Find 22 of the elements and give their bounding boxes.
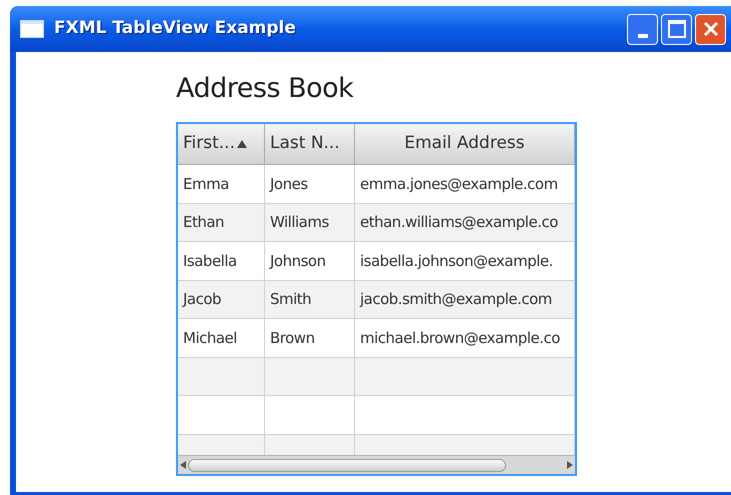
table-row[interactable]: Michael Brown michael.brown@example.co [178, 319, 575, 358]
column-header[interactable]: Email Address [355, 124, 575, 165]
table-row[interactable]: Ethan Williams ethan.williams@example.co [178, 204, 575, 242]
horizontal-scrollbar[interactable] [178, 455, 575, 474]
minimize-button[interactable] [627, 14, 658, 44]
close-button[interactable] [695, 14, 726, 44]
close-icon [702, 21, 718, 37]
maximize-button[interactable] [661, 14, 692, 44]
minimize-icon [638, 34, 648, 38]
table-row[interactable]: Jacob Smith jacob.smith@example.com [178, 280, 575, 319]
column-header[interactable]: First... [178, 124, 265, 165]
sort-ascending-icon [237, 140, 247, 148]
table-row[interactable]: Isabella Johnson isabella.johnson@example. [178, 242, 575, 280]
column-header[interactable]: Last N... [265, 124, 355, 165]
scroll-left-icon [180, 461, 186, 469]
window-title: FXML TableView Example [54, 17, 296, 40]
scrollbar-thumb[interactable] [188, 458, 506, 472]
heading: Address Book [176, 72, 354, 106]
scroll-right-icon [567, 461, 573, 469]
maximize-icon [668, 20, 686, 38]
table-row[interactable]: Emma Jones emma.jones@example.com [178, 165, 575, 204]
window-icon [20, 20, 44, 38]
